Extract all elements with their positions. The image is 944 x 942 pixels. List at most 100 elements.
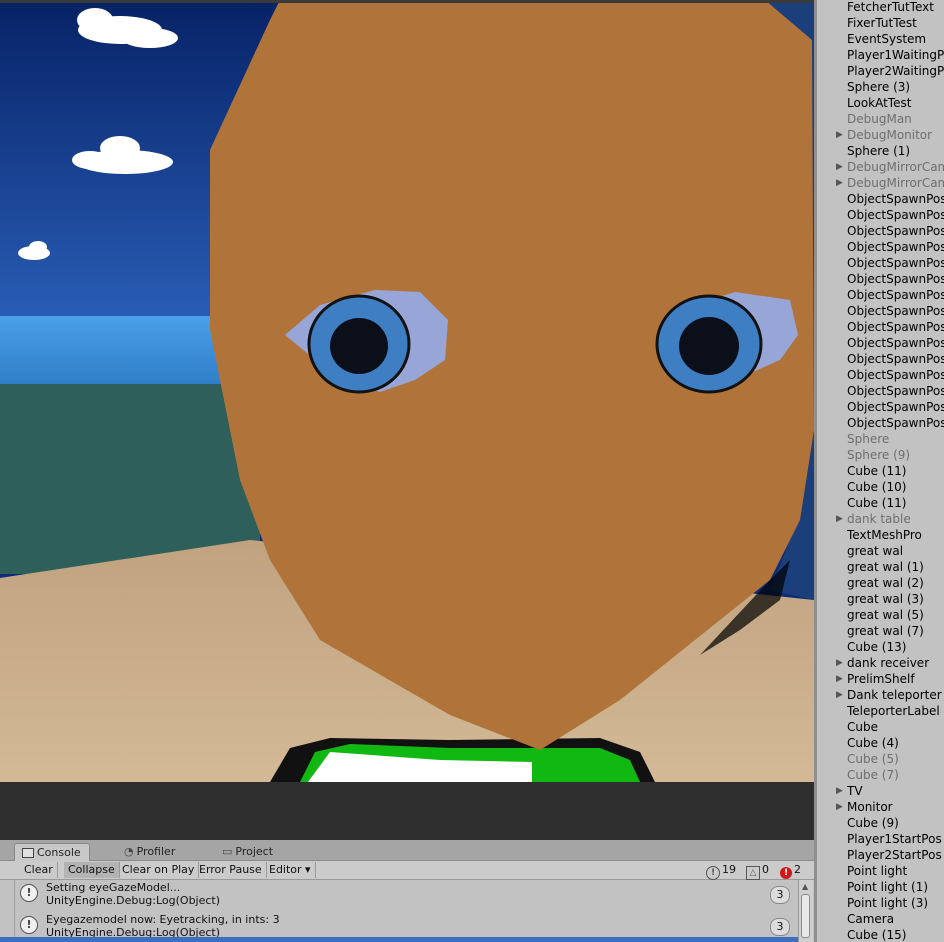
log-stacktrace: UnityEngine.Debug:Log(Object) <box>46 894 221 907</box>
hierarchy-item[interactable]: ObjectSpawnPos <box>817 271 944 287</box>
hierarchy-item[interactable]: Player1WaitingPo <box>817 47 944 63</box>
hierarchy-item[interactable]: ▶ TV <box>817 783 944 799</box>
hierarchy-item[interactable]: ObjectSpawnPos <box>817 239 944 255</box>
hierarchy-item[interactable]: ▶ PrelimShelf <box>817 671 944 687</box>
hierarchy-item[interactable]: ObjectSpawnPos <box>817 287 944 303</box>
expand-arrow-icon[interactable]: ▶ <box>836 799 843 815</box>
editor-dropdown[interactable]: Editor ▾ <box>265 862 316 878</box>
hierarchy-item[interactable]: Camera <box>817 911 944 927</box>
console-scrollbar[interactable]: ▲ <box>798 880 813 942</box>
hierarchy-item[interactable]: ObjectSpawnPos <box>817 383 944 399</box>
hierarchy-item[interactable]: ObjectSpawnPos <box>817 335 944 351</box>
hierarchy-item-label: Cube (11) <box>847 464 907 478</box>
hierarchy-item[interactable]: Cube (9) <box>817 815 944 831</box>
hierarchy-item[interactable]: TeleporterLabel <box>817 703 944 719</box>
scroll-up-arrow-icon[interactable]: ▲ <box>802 882 808 891</box>
hierarchy-item-label: Sphere (1) <box>847 144 911 158</box>
expand-arrow-icon[interactable]: ▶ <box>836 687 843 703</box>
hierarchy-item[interactable]: ▶ Dank teleporter <box>817 687 944 703</box>
hierarchy-item[interactable]: TextMeshPro <box>817 527 944 543</box>
hierarchy-item[interactable]: great wal (2) <box>817 575 944 591</box>
hierarchy-item[interactable]: Sphere (1) <box>817 143 944 159</box>
expand-arrow-icon[interactable]: ▶ <box>836 511 843 527</box>
hierarchy-item[interactable]: LookAtTest <box>817 95 944 111</box>
tab-console[interactable]: Console <box>14 843 90 861</box>
expand-arrow-icon[interactable]: ▶ <box>836 159 843 175</box>
expand-arrow-icon[interactable]: ▶ <box>836 127 843 143</box>
expand-arrow-icon[interactable]: ▶ <box>836 783 843 799</box>
tab-project[interactable]: ▭ Project <box>222 843 273 860</box>
hierarchy-panel[interactable]: FetcherTutText FixerTutTest EventSystem Pla… <box>814 0 944 942</box>
scene-view[interactable] <box>0 0 814 782</box>
console-scroll-thumb[interactable] <box>801 894 810 938</box>
hierarchy-item-label: great wal (5) <box>847 608 924 622</box>
warnings-toggle[interactable]: ! 19 <box>706 862 736 880</box>
hierarchy-item-label: ObjectSpawnPos <box>847 256 944 270</box>
hierarchy-item[interactable]: ObjectSpawnPos <box>817 191 944 207</box>
hierarchy-item-label: ObjectSpawnPos <box>847 336 944 350</box>
hierarchy-item[interactable]: ▶ dank table <box>817 511 944 527</box>
hierarchy-item[interactable]: Player2StartPos <box>817 847 944 863</box>
hierarchy-item[interactable]: ObjectSpawnPos <box>817 303 944 319</box>
hierarchy-item[interactable]: Player1StartPos <box>817 831 944 847</box>
hierarchy-item[interactable]: FixerTutTest <box>817 15 944 31</box>
hierarchy-item[interactable]: ObjectSpawnPos <box>817 207 944 223</box>
hierarchy-item[interactable]: Cube (4) <box>817 735 944 751</box>
log-count-badge: 3 <box>770 918 790 936</box>
hierarchy-item[interactable]: ObjectSpawnPos <box>817 351 944 367</box>
hierarchy-item[interactable]: great wal (3) <box>817 591 944 607</box>
tab-project-label: Project <box>235 845 274 858</box>
hierarchy-item[interactable]: Cube (13) <box>817 639 944 655</box>
hierarchy-item-label: great wal (1) <box>847 560 924 574</box>
hierarchy-item[interactable]: great wal (5) <box>817 607 944 623</box>
hierarchy-item[interactable]: Cube (11) <box>817 495 944 511</box>
clear-on-play-button[interactable]: Clear on Play <box>118 862 200 878</box>
hierarchy-item-label: ObjectSpawnPos <box>847 416 944 430</box>
hierarchy-item[interactable]: ▶ Monitor <box>817 799 944 815</box>
hierarchy-item[interactable]: Cube <box>817 719 944 735</box>
hierarchy-item-label: Player1WaitingPo <box>847 48 944 62</box>
hierarchy-item-label: LookAtTest <box>847 96 912 110</box>
expand-arrow-icon[interactable]: ▶ <box>836 175 843 191</box>
hierarchy-item[interactable]: Point light (3) <box>817 895 944 911</box>
expand-arrow-icon[interactable]: ▶ <box>836 671 843 687</box>
log-entry[interactable]: ! Setting eyeGazeModel... UnityEngine.De… <box>16 880 798 910</box>
hierarchy-item[interactable]: ObjectSpawnPos <box>817 223 944 239</box>
expand-arrow-icon[interactable]: ▶ <box>836 655 843 671</box>
hierarchy-item[interactable]: ▶ DebugMirrorCam <box>817 175 944 191</box>
hierarchy-item[interactable]: FetcherTutText <box>817 0 944 15</box>
errors-toggle[interactable]: ! 2 <box>780 862 801 879</box>
logs-toggle[interactable]: △ 0 <box>746 862 769 880</box>
collapse-button[interactable]: Collapse <box>64 862 120 878</box>
hierarchy-item[interactable]: ObjectSpawnPos <box>817 399 944 415</box>
hierarchy-item[interactable]: ObjectSpawnPos <box>817 415 944 431</box>
hierarchy-item[interactable]: Cube (5) <box>817 751 944 767</box>
hierarchy-item-label: DebugMan <box>847 112 912 126</box>
hierarchy-item[interactable]: great wal (1) <box>817 559 944 575</box>
hierarchy-item[interactable]: Player2WaitingPo <box>817 63 944 79</box>
hierarchy-item[interactable]: Sphere <box>817 431 944 447</box>
tab-profiler[interactable]: ◔ Profiler <box>124 843 175 860</box>
hierarchy-item[interactable]: Sphere (3) <box>817 79 944 95</box>
hierarchy-item[interactable]: ObjectSpawnPos <box>817 255 944 271</box>
hierarchy-item[interactable]: great wal <box>817 543 944 559</box>
hierarchy-item[interactable]: Cube (11) <box>817 463 944 479</box>
hierarchy-item[interactable]: ▶ DebugMirrorCam <box>817 159 944 175</box>
hierarchy-item[interactable]: ObjectSpawnPos <box>817 367 944 383</box>
hierarchy-item[interactable]: Point light <box>817 863 944 879</box>
hierarchy-item[interactable]: DebugMan <box>817 111 944 127</box>
hierarchy-item[interactable]: ▶ dank receiver <box>817 655 944 671</box>
hierarchy-item[interactable]: Cube (10) <box>817 479 944 495</box>
hierarchy-item[interactable]: Cube (15) <box>817 927 944 942</box>
clear-button[interactable]: Clear <box>20 862 58 878</box>
hierarchy-item[interactable]: Point light (1) <box>817 879 944 895</box>
hierarchy-item[interactable]: Sphere (9) <box>817 447 944 463</box>
hierarchy-item[interactable]: Cube (7) <box>817 767 944 783</box>
hierarchy-item-label: ObjectSpawnPos <box>847 400 944 414</box>
hierarchy-item[interactable]: ObjectSpawnPos <box>817 319 944 335</box>
logs-count: 0 <box>762 863 769 876</box>
hierarchy-item[interactable]: ▶ DebugMonitor <box>817 127 944 143</box>
error-pause-button[interactable]: Error Pause <box>195 862 267 878</box>
hierarchy-item[interactable]: EventSystem <box>817 31 944 47</box>
hierarchy-item[interactable]: great wal (7) <box>817 623 944 639</box>
